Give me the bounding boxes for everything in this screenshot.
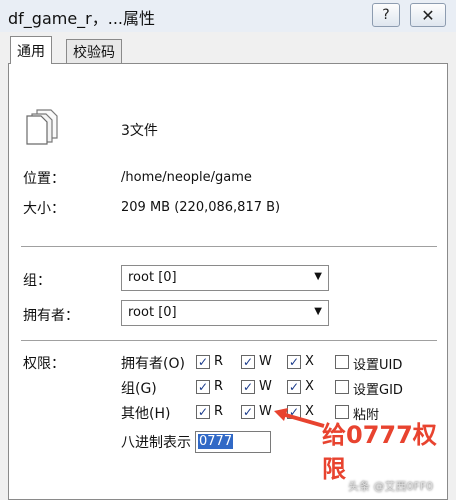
owner-exec-checkbox[interactable]: ✓	[287, 355, 301, 369]
group-label: 组：	[23, 273, 51, 289]
perm-row-owner: ✓ R ✓ W ✓ X 设置UID	[191, 353, 431, 373]
divider	[21, 246, 437, 247]
annotation-text: 给0777权限	[322, 421, 437, 483]
help-button[interactable]: ?	[372, 3, 400, 27]
octal-input[interactable]: 0777	[195, 431, 271, 453]
group-write-label: W	[259, 379, 272, 394]
window-title: df_game_r，...属性	[8, 9, 156, 28]
other-write-checkbox[interactable]: ✓	[241, 405, 255, 419]
perm-row-owner-label: 拥有者(O)	[121, 356, 185, 372]
owner-write-label: W	[259, 354, 272, 369]
owner-read-checkbox[interactable]: ✓	[196, 355, 210, 369]
owner-select[interactable]: root [0] ▼	[121, 300, 329, 326]
group-read-label: R	[214, 379, 224, 394]
owner-label: 拥有者：	[23, 308, 79, 324]
chevron-down-icon: ▼	[314, 271, 322, 282]
other-read-checkbox[interactable]: ✓	[196, 405, 210, 419]
octal-value: 0777	[198, 434, 234, 449]
tab-checksum[interactable]: 校验码	[66, 39, 122, 63]
watermark: 头条 @艾西0FF0	[348, 480, 434, 493]
group-exec-checkbox[interactable]: ✓	[287, 380, 301, 394]
owner-select-value: root [0]	[128, 305, 177, 320]
permissions-label: 权限：	[23, 356, 65, 372]
size-value: 209 MB (220,086,817 B)	[121, 200, 281, 215]
divider	[21, 340, 437, 341]
perm-row-group-label: 组(G)	[121, 381, 157, 397]
chevron-down-icon: ▼	[314, 306, 322, 317]
location-value: /home/neople/game	[121, 170, 252, 185]
tab-general[interactable]: 通用	[10, 36, 52, 64]
location-label: 位置：	[23, 171, 65, 187]
close-button[interactable]: ✕	[410, 3, 446, 27]
size-label: 大小：	[23, 201, 65, 217]
file-count: 3文件	[121, 123, 158, 139]
group-exec-label: X	[305, 379, 314, 394]
sticky-checkbox[interactable]	[335, 405, 349, 419]
group-select[interactable]: root [0] ▼	[121, 265, 329, 291]
title-bar: df_game_r，...属性 ? ✕	[0, 0, 456, 32]
owner-exec-label: X	[305, 354, 314, 369]
other-read-label: R	[214, 404, 224, 419]
setuid-checkbox[interactable]	[335, 355, 349, 369]
setgid-checkbox[interactable]	[335, 380, 349, 394]
arrow-icon	[274, 408, 325, 428]
owner-write-checkbox[interactable]: ✓	[241, 355, 255, 369]
files-icon	[26, 109, 58, 145]
perm-row-other-label: 其他(H)	[121, 406, 171, 422]
setuid-label: 设置UID	[353, 358, 403, 373]
group-read-checkbox[interactable]: ✓	[196, 380, 210, 394]
owner-read-label: R	[214, 354, 224, 369]
group-write-checkbox[interactable]: ✓	[241, 380, 255, 394]
perm-row-group: ✓ R ✓ W ✓ X 设置GID	[191, 378, 431, 398]
group-select-value: root [0]	[128, 270, 177, 285]
setgid-label: 设置GID	[353, 383, 403, 398]
octal-label: 八进制表示	[121, 435, 191, 451]
